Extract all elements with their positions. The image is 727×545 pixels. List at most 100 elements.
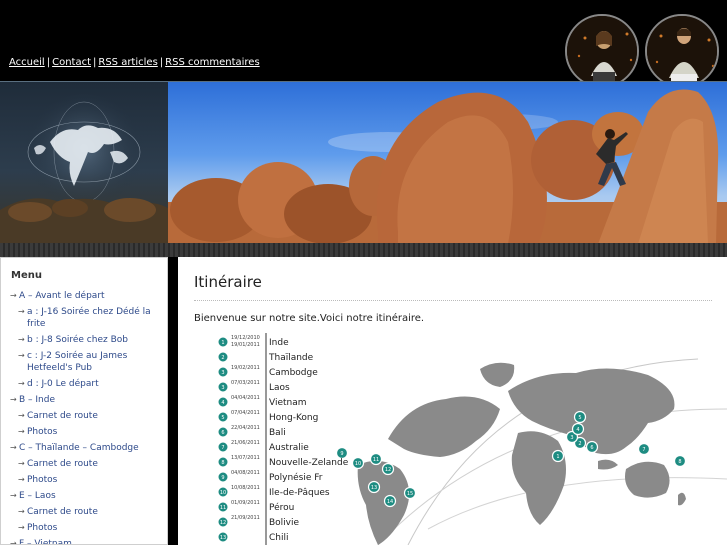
arrow-right-icon: → bbox=[18, 379, 25, 388]
svg-text:3: 3 bbox=[570, 435, 573, 441]
arrow-right-icon: → bbox=[18, 523, 25, 532]
itinerary-stop: 19/12/2010 19/01/2011 Inde bbox=[178, 335, 378, 350]
itinerary-graphic: 1 2 3 3 4 5 6 7 8 9 10 11 12 13 1 2 3 4 5 6 7 8 9 10 11 12 13 14 15… bbox=[178, 329, 727, 545]
map-new-zealand bbox=[678, 492, 686, 506]
arrow-right-icon: → bbox=[18, 335, 25, 344]
svg-text:1: 1 bbox=[556, 454, 559, 460]
itinerary-stop: 13/07/2011 Nouvelle-Zelande bbox=[178, 455, 378, 470]
menu-subitem[interactable]: → Carnet de route bbox=[1, 506, 167, 518]
stop-date-from: 07/03/2011 bbox=[231, 380, 260, 386]
map-stop-marker[interactable]: 8 bbox=[673, 454, 687, 468]
svg-text:7: 7 bbox=[642, 447, 645, 453]
stop-date-from: 22/04/2011 bbox=[231, 425, 260, 431]
arrow-right-icon: → bbox=[10, 539, 17, 545]
menu-subitem[interactable]: → Photos bbox=[1, 426, 167, 438]
menu-item-label: Photos bbox=[27, 475, 58, 485]
nav-link-accueil[interactable]: Accueil bbox=[9, 57, 45, 68]
menu-category[interactable]: → E – Laos bbox=[1, 490, 167, 502]
menu-category[interactable]: → A – Avant le départ bbox=[1, 290, 167, 302]
map-stop-marker[interactable]: 4 bbox=[571, 422, 585, 436]
menu-item-label: E – Laos bbox=[19, 491, 56, 501]
menu-category[interactable]: → C – Thaïlande – Cambodge bbox=[1, 442, 167, 454]
menu-category[interactable]: → B – Inde bbox=[1, 394, 167, 406]
map-stop-marker[interactable]: 1 bbox=[551, 449, 565, 463]
stop-name: Polynésie Fr bbox=[269, 473, 323, 483]
stop-name: Bolivie bbox=[269, 518, 300, 528]
banner-rocks-photo bbox=[168, 82, 727, 243]
menu-subitem[interactable]: → a : J-16 Soirée chez Dédé la frite bbox=[1, 306, 167, 330]
menu-item-label: Carnet de route bbox=[27, 459, 98, 469]
menu-subitem[interactable]: → b : J-8 Soirée chez Bob bbox=[1, 334, 167, 346]
map-stop-marker[interactable]: 14 bbox=[383, 494, 397, 508]
menu-item-label: B – Inde bbox=[19, 395, 56, 405]
itinerary-stop: 19/02/2011 Cambodge bbox=[178, 365, 378, 380]
stop-date-from: 07/04/2011 bbox=[231, 410, 260, 416]
arrow-right-icon: → bbox=[18, 411, 25, 420]
stop-date-to: 19/01/2011 bbox=[231, 342, 260, 348]
nav-link-rss-articles[interactable]: RSS articles bbox=[98, 57, 157, 68]
stop-name: Bali bbox=[269, 428, 286, 438]
svg-text:15: 15 bbox=[407, 491, 413, 497]
svg-text:14: 14 bbox=[387, 499, 393, 505]
itinerary-stop: 07/03/2011 Laos bbox=[178, 380, 378, 395]
menu-subitem[interactable]: → d : J-0 Le départ bbox=[1, 378, 167, 390]
map-stop-marker[interactable]: 15 bbox=[403, 486, 417, 500]
top-navigation: Accueil | Contact | RSS articles | RSS comment… bbox=[9, 57, 260, 68]
top-bar: Accueil | Contact | RSS articles | RSS comment… bbox=[0, 0, 727, 88]
menu-category[interactable]: → F – Vietnam bbox=[1, 538, 167, 545]
itinerary-stop: 21/06/2011 Australie bbox=[178, 440, 378, 455]
stop-date-from: 19/12/2010 bbox=[231, 335, 260, 341]
menu-subitem[interactable]: → Photos bbox=[1, 522, 167, 534]
stop-name: Nouvelle-Zelande bbox=[269, 458, 349, 468]
arrow-right-icon: → bbox=[10, 443, 17, 452]
sidebar-menu: Menu → A – Avant le départ → a : J-16 Soiré… bbox=[0, 257, 168, 545]
map-australia bbox=[625, 461, 670, 498]
banner-globe-panel bbox=[0, 82, 168, 243]
menu-subitem[interactable]: → Carnet de route bbox=[1, 410, 167, 422]
menu-item-label: b : J-8 Soirée chez Bob bbox=[27, 335, 128, 345]
map-north-america bbox=[388, 396, 500, 457]
stop-date-from: 01/09/2011 bbox=[231, 500, 260, 506]
svg-text:2: 2 bbox=[578, 441, 581, 447]
nav-separator: | bbox=[93, 57, 97, 68]
map-greenland bbox=[480, 362, 515, 387]
map-stop-marker[interactable]: 5 bbox=[573, 410, 587, 424]
nav-link-contact[interactable]: Contact bbox=[52, 57, 91, 68]
arrow-right-icon: → bbox=[18, 351, 25, 360]
menu-item-label: F – Vietnam bbox=[19, 539, 72, 545]
menu-subitem[interactable]: → Photos bbox=[1, 474, 167, 486]
itinerary-stop: 10/08/2011 Ile-de-Pâques bbox=[178, 485, 378, 500]
arrow-right-icon: → bbox=[10, 395, 17, 404]
arrow-right-icon: → bbox=[18, 475, 25, 484]
menu-item-label: a : J-16 Soirée chez Dédé la frite bbox=[27, 307, 151, 329]
stop-name: Thaïlande bbox=[269, 353, 314, 363]
stop-name: Inde bbox=[269, 338, 289, 348]
menu-item-label: C – Thaïlande – Cambodge bbox=[19, 443, 139, 453]
title-divider bbox=[194, 300, 712, 301]
stop-name: Cambodge bbox=[269, 368, 318, 378]
itinerary-stop: Thaïlande bbox=[178, 350, 378, 365]
menu-item-label: Carnet de route bbox=[27, 411, 98, 421]
stop-date-from: 21/06/2011 bbox=[231, 440, 260, 446]
arrow-right-icon: → bbox=[18, 507, 25, 516]
map-stop-marker[interactable]: 12 bbox=[381, 462, 395, 476]
stop-date-from: 19/02/2011 bbox=[231, 365, 260, 371]
header-banner bbox=[0, 81, 727, 243]
stop-name: Chili bbox=[269, 533, 289, 543]
menu-subitem[interactable]: → c : J-2 Soirée au James Hetfeeld's Pub bbox=[1, 350, 167, 374]
menu-item-label: d : J-0 Le départ bbox=[27, 379, 99, 389]
intro-text: Bienvenue sur notre site.Voici notre iti… bbox=[194, 313, 425, 324]
map-stop-marker[interactable]: 6 bbox=[585, 440, 599, 454]
menu-item-label: Carnet de route bbox=[27, 507, 98, 517]
arrow-right-icon: → bbox=[18, 459, 25, 468]
arrow-right-icon: → bbox=[18, 427, 25, 436]
map-stop-marker[interactable]: 7 bbox=[637, 442, 651, 456]
stop-name: Ile-de-Pâques bbox=[269, 488, 330, 498]
stop-name: Laos bbox=[269, 383, 290, 393]
nav-link-rss-comments[interactable]: RSS commentaires bbox=[165, 57, 260, 68]
itinerary-stop: 01/09/2011 Pérou bbox=[178, 500, 378, 515]
svg-text:5: 5 bbox=[578, 415, 581, 421]
menu-subitem[interactable]: → Carnet de route bbox=[1, 458, 167, 470]
menu-item-label: c : J-2 Soirée au James Hetfeeld's Pub bbox=[27, 351, 128, 373]
stop-name: Hong-Kong bbox=[269, 413, 319, 423]
